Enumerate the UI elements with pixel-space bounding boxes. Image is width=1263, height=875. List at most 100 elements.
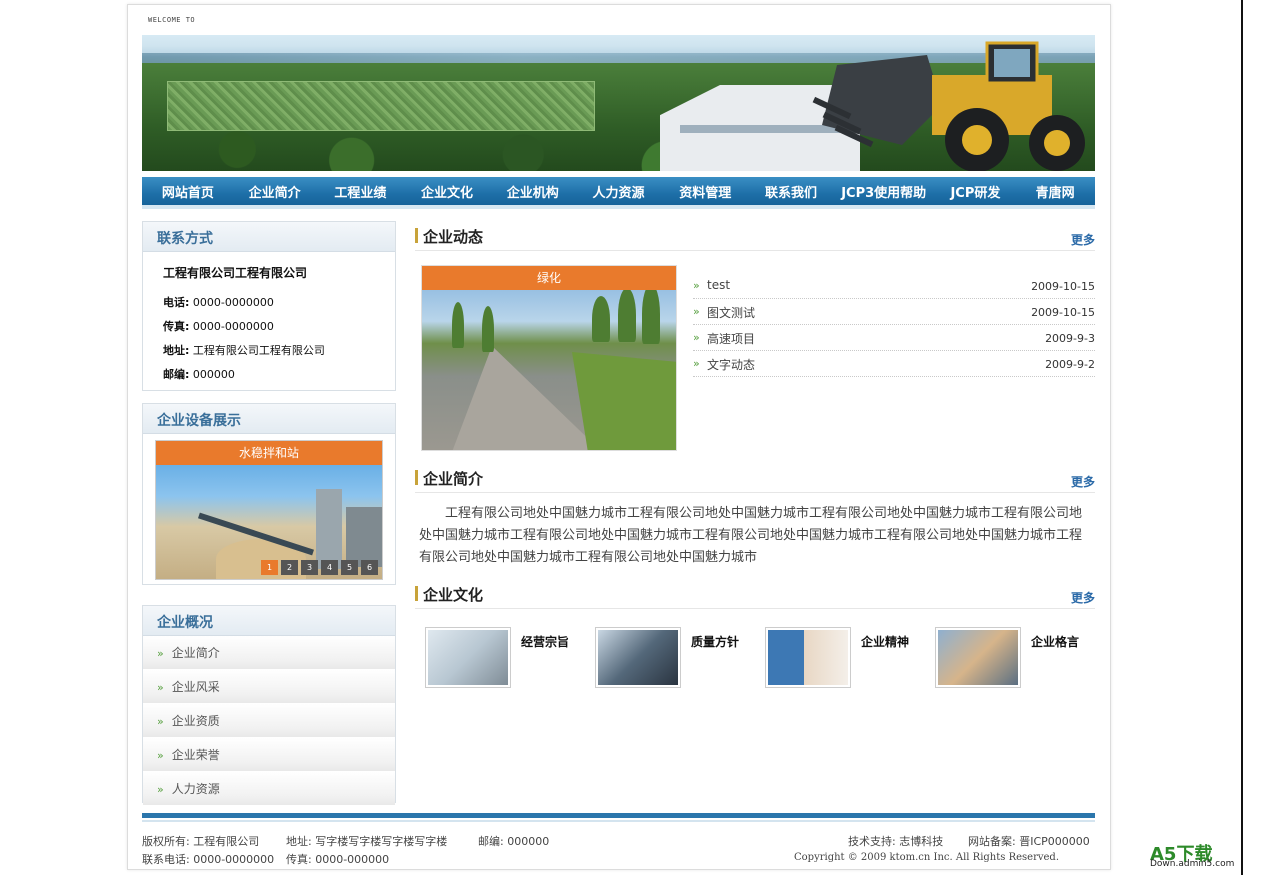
- nav-item-jcp-dev[interactable]: JCP研发: [936, 182, 1016, 201]
- news-item[interactable]: » 高速项目 2009-9-3: [693, 325, 1095, 351]
- intro-section-header: 企业简介 更多: [415, 463, 1095, 493]
- double-arrow-icon: »: [693, 331, 700, 344]
- contact-address-label: 地址:: [163, 344, 190, 357]
- nav-item-projects[interactable]: 工程业绩: [315, 182, 405, 201]
- grass-verge: [572, 352, 676, 450]
- culture-item-label: 经营宗旨: [521, 635, 570, 649]
- section-marker: [415, 228, 418, 243]
- tree: [592, 296, 610, 342]
- overview-item[interactable]: » 人力资源: [143, 772, 395, 806]
- double-arrow-icon: »: [693, 279, 700, 292]
- culture-section-title: 企业文化: [423, 586, 484, 604]
- news-item-date: 2009-10-15: [1031, 306, 1095, 319]
- overview-item[interactable]: » 企业简介: [143, 636, 395, 670]
- culture-item-quality[interactable]: 质量方针: [595, 627, 765, 691]
- slide-page-5[interactable]: 5: [341, 560, 358, 575]
- double-arrow-icon: »: [693, 305, 700, 318]
- nav-item-qingtang[interactable]: 青唐网: [1015, 182, 1095, 201]
- footer-postcode: 邮编: 000000: [478, 835, 550, 848]
- banner-logo-area: [167, 81, 595, 131]
- wheel-loader-image: [812, 41, 1085, 171]
- overview-box-header: 企业概况: [143, 606, 395, 636]
- window-right-border: [1241, 0, 1243, 875]
- contact-fax-row: 传真: 0000-0000000: [163, 318, 274, 334]
- news-item-title: 图文测试: [707, 306, 756, 320]
- news-item[interactable]: » test 2009-10-15: [693, 273, 1095, 299]
- slide-page-1[interactable]: 1: [261, 560, 278, 575]
- news-photo[interactable]: 绿化: [421, 265, 677, 451]
- culture-item-label: 质量方针: [691, 635, 740, 649]
- contact-postcode-row: 邮编: 000000: [163, 366, 235, 382]
- overview-item-label: 企业荣誉: [171, 748, 220, 762]
- double-arrow-icon: »: [157, 647, 164, 660]
- contact-postcode: 000000: [192, 368, 235, 381]
- footer-tech-support: 技术支持: 志博科技: [848, 835, 944, 848]
- equipment-caption: 水稳拌和站: [156, 441, 382, 465]
- nav-item-culture[interactable]: 企业文化: [405, 182, 489, 201]
- footer-divider: [142, 813, 1095, 818]
- nav-item-organization[interactable]: 企业机构: [489, 182, 577, 201]
- intro-more-link[interactable]: 更多: [1071, 473, 1095, 490]
- culture-item-label: 企业精神: [861, 635, 910, 649]
- nav-item-contact[interactable]: 联系我们: [750, 182, 832, 201]
- overview-list: » 企业简介 » 企业风采 » 企业资质 » 企业荣誉 » 人力资源: [143, 636, 395, 806]
- news-item-title: test: [707, 278, 731, 292]
- contact-phone-label: 电话:: [163, 296, 190, 309]
- contact-address-row: 地址: 工程有限公司工程有限公司: [163, 342, 325, 358]
- double-arrow-icon: »: [157, 783, 164, 796]
- slideshow-pagination: 1 2 3 4 5 6: [261, 560, 378, 575]
- overview-item[interactable]: » 企业荣誉: [143, 738, 395, 772]
- news-item-date: 2009-10-15: [1031, 280, 1095, 293]
- overview-item-label: 企业资质: [171, 714, 220, 728]
- news-item-date: 2009-9-3: [1045, 332, 1095, 345]
- nav-item-company-intro[interactable]: 企业简介: [234, 182, 316, 201]
- contact-company: 工程有限公司工程有限公司: [163, 266, 308, 280]
- equipment-slideshow[interactable]: 水稳拌和站 1 2 3 4 5 6: [155, 440, 383, 580]
- news-more-link[interactable]: 更多: [1071, 231, 1095, 248]
- contact-fax: 0000-0000000: [192, 320, 274, 333]
- tree: [452, 302, 464, 348]
- watermark-site: Down.admin5.com: [1150, 859, 1235, 869]
- nav-item-home[interactable]: 网站首页: [142, 182, 234, 201]
- overview-item-label: 企业风采: [171, 680, 220, 694]
- overview-item-label: 人力资源: [171, 782, 220, 796]
- nav-item-documents[interactable]: 资料管理: [660, 182, 750, 201]
- culture-thumbnail: [595, 627, 681, 688]
- culture-item-motto[interactable]: 企业格言: [935, 627, 1105, 691]
- slide-page-6[interactable]: 6: [361, 560, 378, 575]
- culture-item-spirit[interactable]: 企业精神: [765, 627, 935, 691]
- footer-icp[interactable]: 网站备案: 晋ICP000000: [968, 833, 1090, 849]
- overview-item[interactable]: » 企业资质: [143, 704, 395, 738]
- news-item[interactable]: » 文字动态 2009-9-2: [693, 351, 1095, 377]
- footer-divider-light: [142, 820, 1095, 822]
- news-item[interactable]: » 图文测试 2009-10-15: [693, 299, 1095, 325]
- overview-box: 企业概况 » 企业简介 » 企业风采 » 企业资质 » 企业荣誉 » 人力资源: [142, 605, 396, 806]
- double-arrow-icon: »: [157, 681, 164, 694]
- contact-address: 工程有限公司工程有限公司: [192, 344, 325, 357]
- overview-item-label: 企业简介: [171, 646, 220, 660]
- overview-item[interactable]: » 企业风采: [143, 670, 395, 704]
- slide-page-2[interactable]: 2: [281, 560, 298, 575]
- culture-thumbnail: [765, 627, 851, 688]
- culture-item-mission[interactable]: 经营宗旨: [425, 627, 595, 691]
- news-photo-caption: 绿化: [422, 266, 676, 290]
- contact-box: 联系方式 工程有限公司工程有限公司 电话: 0000-0000000 传真: 0…: [142, 221, 396, 391]
- news-section-header: 企业动态 更多: [415, 221, 1095, 251]
- contact-box-header: 联系方式: [143, 222, 395, 252]
- equipment-box: 企业设备展示 水稳拌和站 1 2 3 4 5 6: [142, 403, 396, 585]
- footer-address: 地址: 写字楼写字楼写字楼写字楼: [286, 835, 448, 848]
- double-arrow-icon: »: [693, 357, 700, 370]
- culture-more-link[interactable]: 更多: [1071, 589, 1095, 606]
- nav-item-jcp3-help[interactable]: JCP3使用帮助: [832, 182, 936, 201]
- contact-box-title: 联系方式: [157, 231, 213, 247]
- tree: [618, 288, 636, 342]
- slide-page-3[interactable]: 3: [301, 560, 318, 575]
- slide-page-4[interactable]: 4: [321, 560, 338, 575]
- section-marker: [415, 470, 418, 485]
- news-list: » test 2009-10-15 » 图文测试 2009-10-15 » 高速…: [693, 273, 1095, 377]
- contact-postcode-label: 邮编:: [163, 368, 190, 381]
- nav-item-hr[interactable]: 人力资源: [577, 182, 661, 201]
- intro-text: 工程有限公司地处中国魅力城市工程有限公司地处中国魅力城市工程有限公司地处中国魅力…: [419, 506, 1083, 565]
- equipment-box-title: 企业设备展示: [157, 413, 241, 429]
- overview-box-title: 企业概况: [157, 615, 213, 631]
